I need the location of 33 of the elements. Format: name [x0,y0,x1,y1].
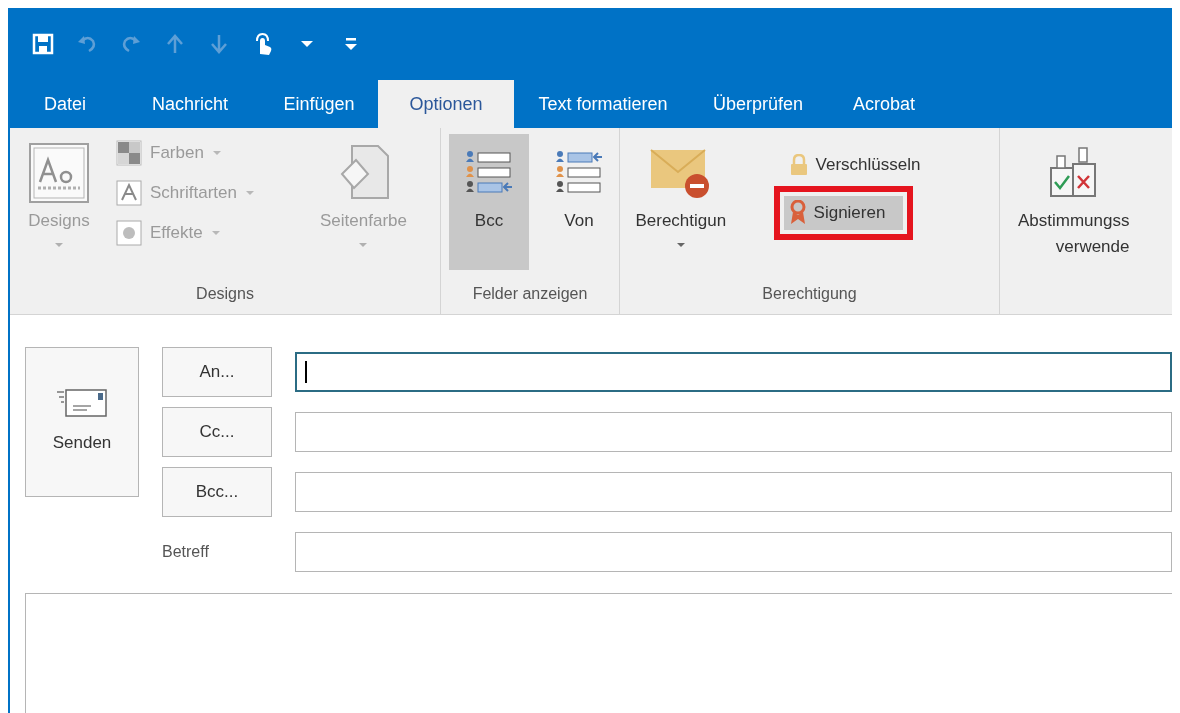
ribbon-button[interactable]: Verschlüsseln [783,148,927,182]
themes-icon [28,142,90,204]
send-button[interactable]: Senden [25,347,139,497]
ribbon-tab[interactable]: Einfügen [260,80,378,128]
text-field[interactable] [295,352,1172,392]
text-field[interactable] [295,412,1172,452]
effects-icon [116,220,142,246]
ribbon-tab[interactable]: Optionen [378,80,514,128]
ribbon-tab[interactable]: Nachricht [120,80,260,128]
ribbon-button[interactable]: Abstimmungss verwende [1008,134,1140,270]
group-label: Berechtigung [762,284,857,304]
ribbon-button[interactable]: Bcc [449,134,529,270]
ribbon-button[interactable]: Berechtigun [628,134,734,270]
group-label: Designs [196,284,254,304]
address-button[interactable]: Bcc... [162,467,272,517]
ribbon-button[interactable]: Von [539,134,619,270]
text-field[interactable] [295,472,1172,512]
color-squares-icon [116,140,142,166]
font-letter-icon [116,180,142,206]
ribbon-tab[interactable]: Text formatieren [514,80,692,128]
group-label: Felder anzeigen [472,284,588,304]
address-button[interactable]: An... [162,347,272,397]
ribbon-tab[interactable]: Acrobat [824,80,944,128]
ribbon-tab[interactable]: Datei [10,80,120,128]
field-label: Betreff [162,542,210,562]
ribbon-tab[interactable]: Überprüfen [692,80,824,128]
ribbon-button[interactable]: Signieren [783,196,904,230]
text-field[interactable] [295,532,1172,572]
award-ribbon-icon [789,200,806,226]
padlock-icon [789,154,808,176]
envelope-icon [55,388,109,419]
address-button[interactable]: Cc... [162,407,272,457]
save-icon[interactable] [32,33,54,55]
